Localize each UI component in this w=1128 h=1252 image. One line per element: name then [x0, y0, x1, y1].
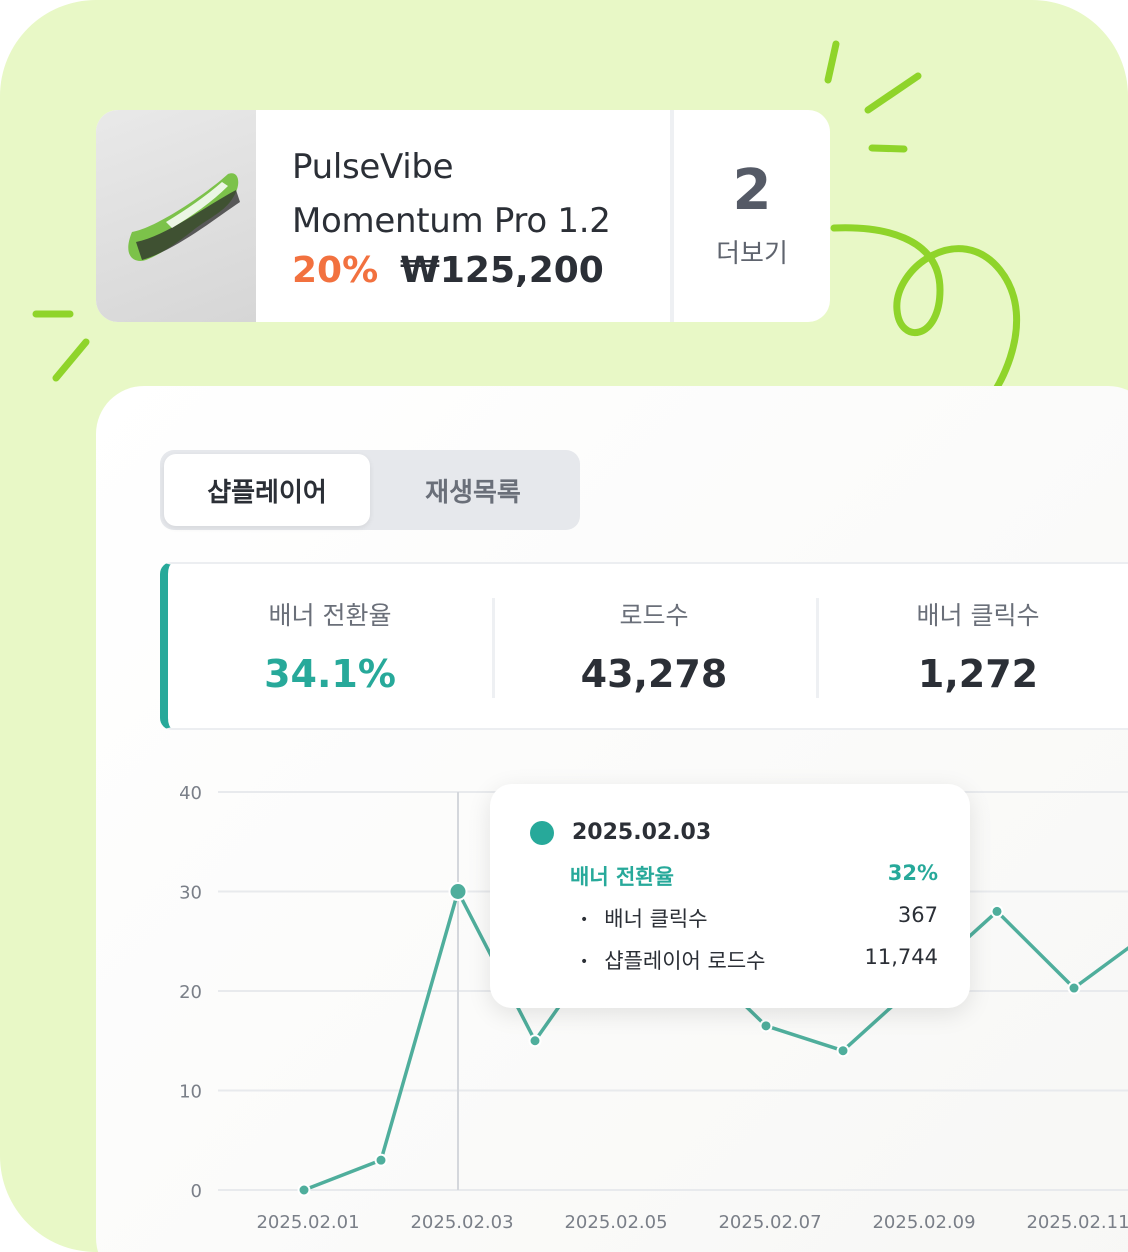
tooltip-row: 샵플레이어 로드수 11,744 [570, 945, 938, 975]
series-dot-icon [530, 820, 554, 845]
tooltip-row: 배너 클릭수 367 [570, 903, 938, 933]
tooltip-row-label: 배너 클릭수 [570, 903, 707, 933]
line-chart: 0 10 20 30 40 2025.02.01 2025.02.03 2025.02.05 2… [179, 783, 1128, 1233]
y-tick-label: 10 [179, 1082, 202, 1103]
tooltip-date: 2025.02.03 [572, 820, 712, 845]
data-point [836, 1044, 850, 1058]
chart-tooltip: 2025.02.03 배너 전환율 32% 배너 클릭수 367 샵플레이어 로… [490, 784, 970, 1008]
x-tick-label: 2025.02.05 [564, 1212, 667, 1233]
data-point [528, 1034, 542, 1048]
tooltip-main-value: 32% [887, 861, 938, 885]
x-tick-label: 2025.02.07 [718, 1212, 821, 1233]
y-tick-label: 30 [179, 883, 202, 904]
tooltip-header: 2025.02.03 [530, 820, 938, 845]
x-tick-label: 2025.02.11 [1026, 1212, 1128, 1233]
data-point [374, 1153, 388, 1167]
y-tick-label: 0 [191, 1181, 202, 1202]
y-tick-label: 20 [179, 982, 202, 1003]
tooltip-row-value: 367 [897, 903, 938, 927]
x-tick-label: 2025.02.01 [256, 1212, 359, 1233]
tooltip-main-row: 배너 전환율 32% [570, 861, 938, 891]
data-point [1067, 981, 1081, 995]
data-point [759, 1019, 773, 1033]
data-point [990, 904, 1004, 918]
data-point [297, 1183, 311, 1197]
tooltip-row-label: 샵플레이어 로드수 [570, 945, 765, 975]
y-tick-label: 40 [179, 783, 202, 804]
x-tick-label: 2025.02.03 [410, 1212, 513, 1233]
tooltip-main-label: 배너 전환율 [570, 865, 674, 889]
data-point [448, 882, 468, 901]
x-tick-label: 2025.02.09 [872, 1212, 975, 1233]
tooltip-row-value: 11,744 [864, 945, 938, 969]
